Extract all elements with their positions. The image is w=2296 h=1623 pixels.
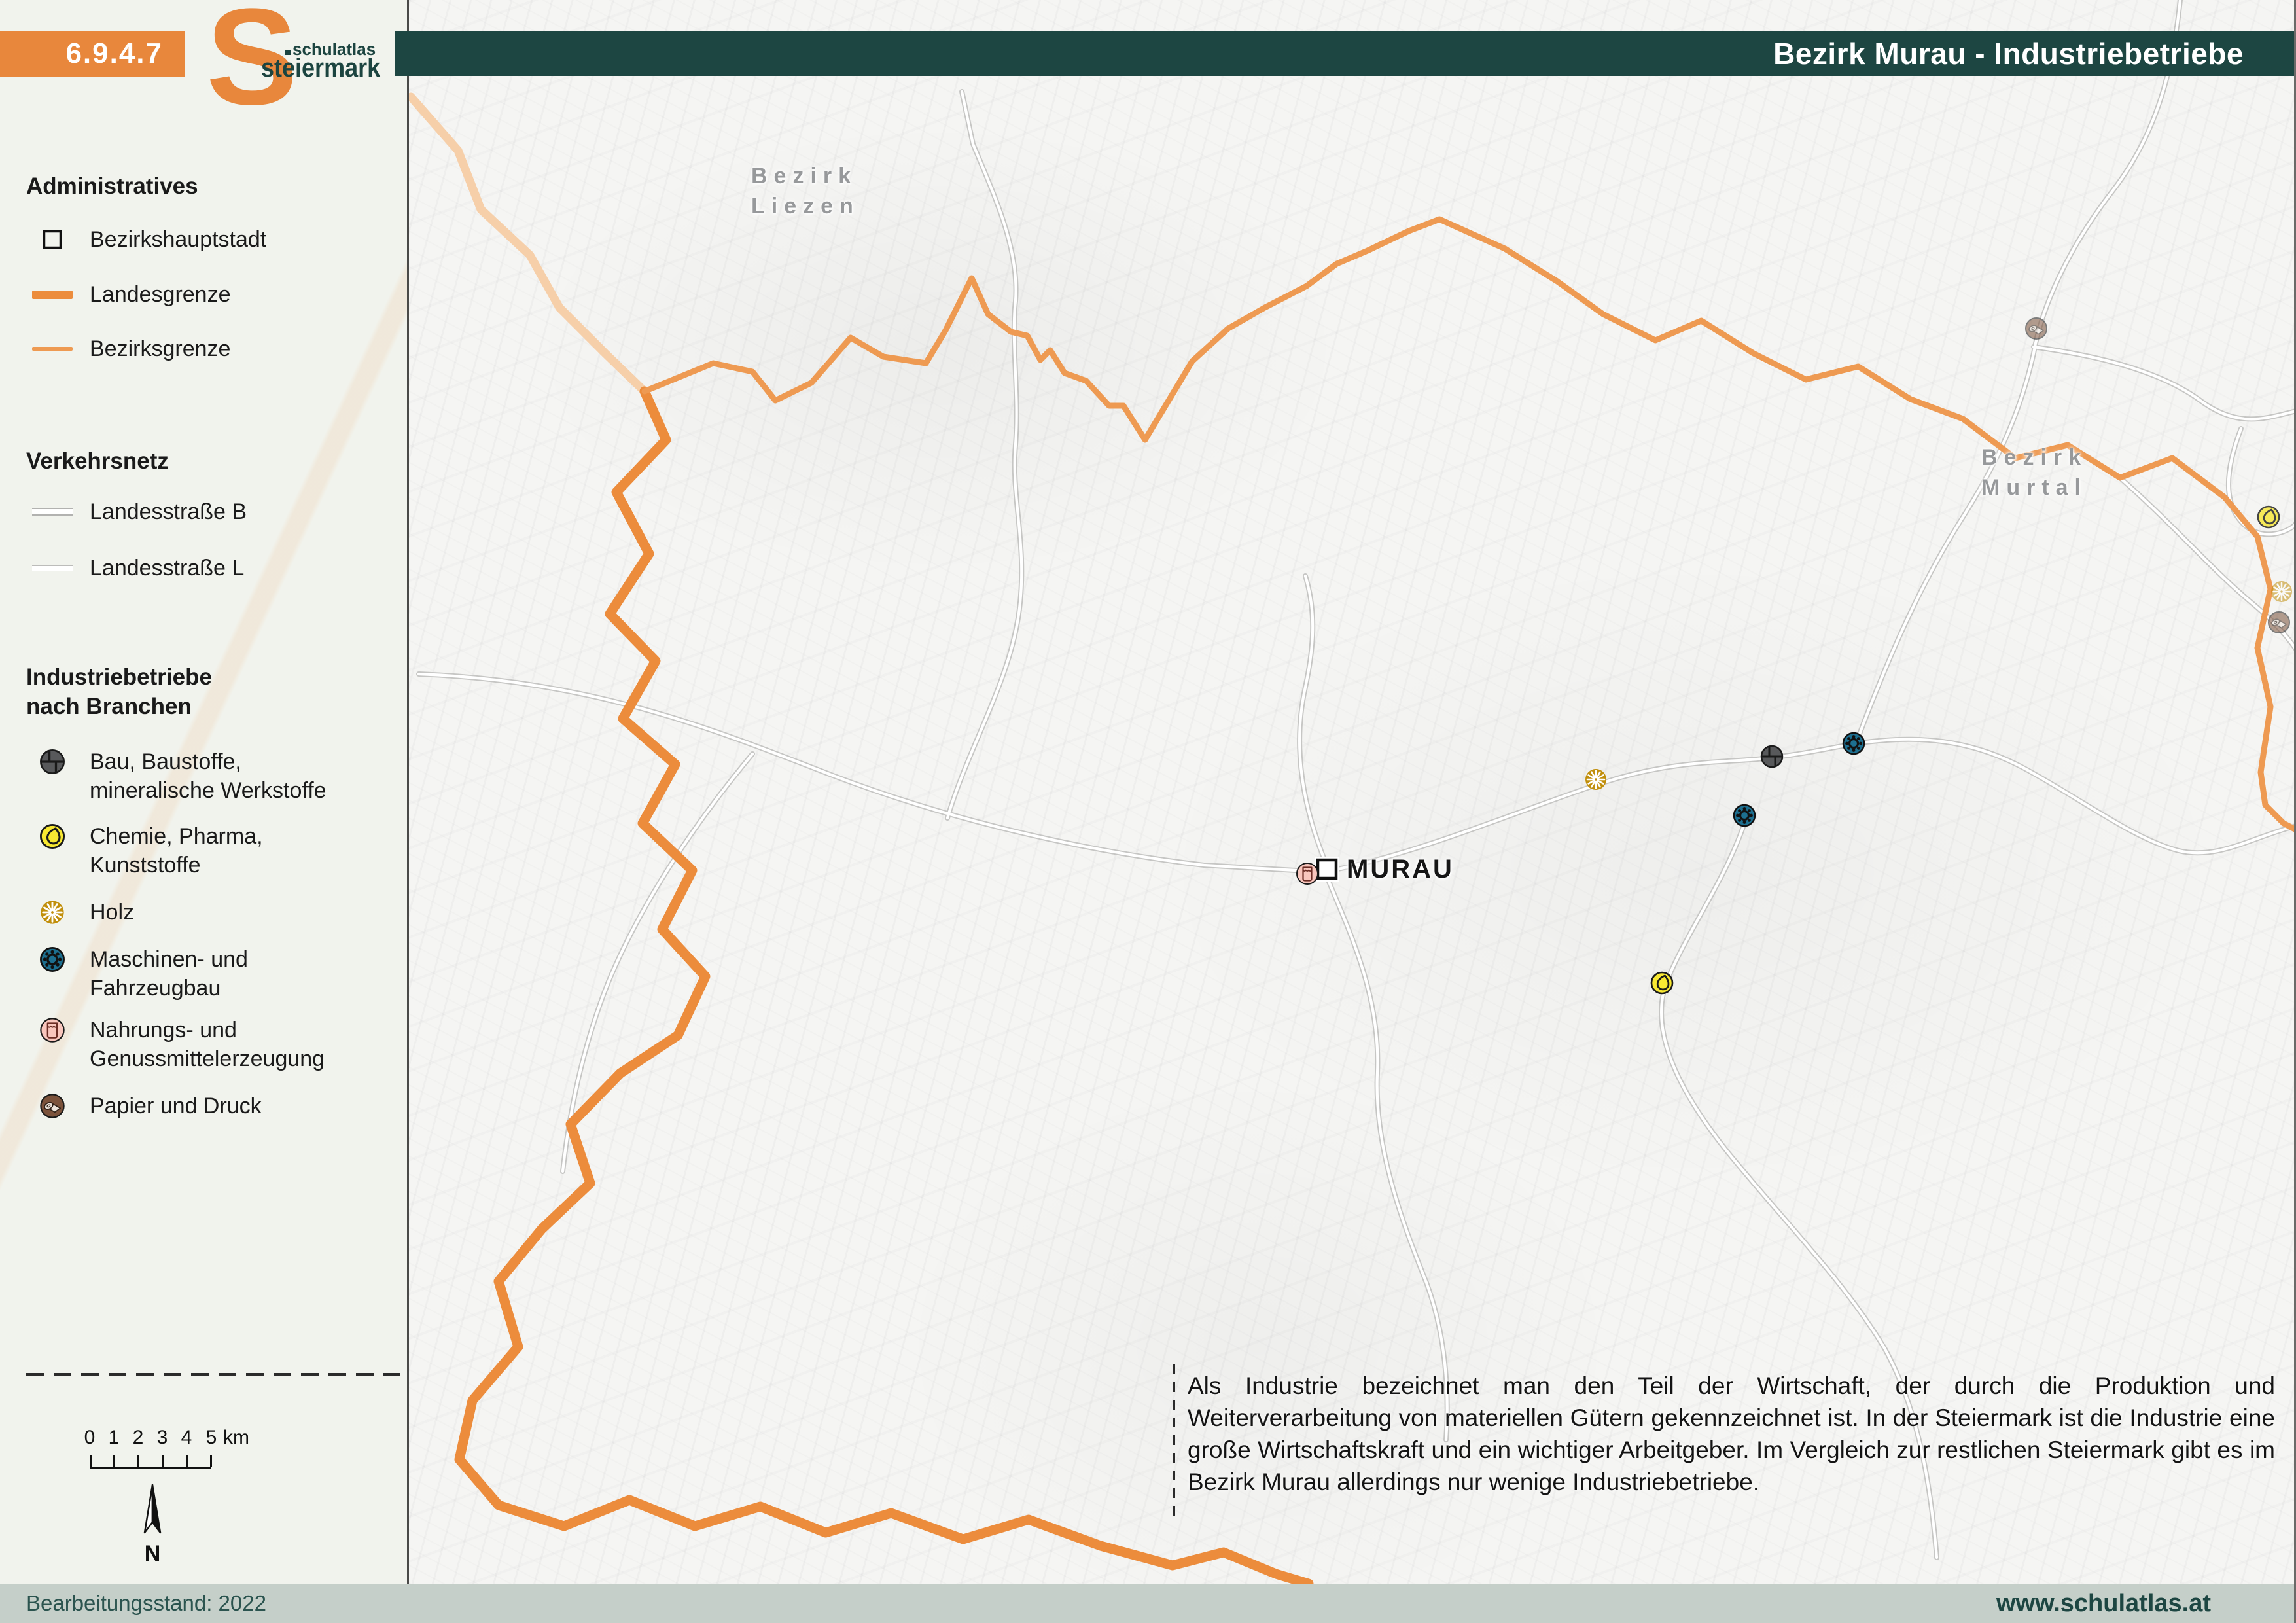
maschinen-icon — [30, 945, 75, 974]
marker-maschinen — [1843, 733, 1864, 754]
scale-tick-label: 2 — [133, 1427, 144, 1449]
marker-nahrung — [1297, 863, 1318, 884]
legend-row-landesgrenze: Landesgrenze — [0, 280, 231, 309]
legend-row-landesstrasse-l: Landesstraße L — [0, 554, 244, 582]
landesstrasse-l-icon — [30, 554, 75, 582]
bau-icon — [30, 747, 75, 776]
schulatlas-logo: S schulatlas steiermark — [206, 8, 396, 119]
scale-tick-label: 0 — [84, 1427, 96, 1449]
landesstrasse-b-icon — [30, 497, 75, 526]
infobox-dashed-rule — [1173, 1364, 1175, 1523]
marker-chemie — [1651, 972, 1672, 993]
legend-row-chemie: Chemie, Pharma, Kunststoffe — [0, 822, 263, 880]
map-canvas: Bezirk Liezen Bezirk Murtal MURAU Als In… — [409, 0, 2296, 1584]
scale-bar-line — [90, 1455, 211, 1469]
landesgrenze-border — [459, 391, 1309, 1584]
scale-tick-label: 5 — [206, 1427, 217, 1449]
chemie-icon — [30, 822, 75, 851]
legend-row-nahrung: Nahrungs- und Genussmittelerzeugung — [0, 1016, 325, 1073]
marker-holz — [1585, 769, 1606, 790]
legend-row-bau: Bau, Baustoffe, mineralische Werkstoffe — [0, 747, 327, 805]
bezirksgrenze-icon — [30, 334, 75, 363]
atlas-page: Bezirk Liezen Bezirk Murtal MURAU Als In… — [0, 0, 2296, 1623]
legend-row-bezirkshauptstadt: Bezirkshauptstadt — [0, 225, 266, 254]
heading-industriebetriebe: Industriebetriebe nach Branchen — [26, 662, 212, 721]
scale-bar: 0 1 2 3 4 5 km — [90, 1427, 260, 1472]
marker-bau — [1761, 746, 1782, 767]
marker-maschinen — [1734, 805, 1755, 826]
legend-row-landesstrasse-b: Landesstraße B — [0, 497, 247, 526]
marker-chemie — [2258, 507, 2279, 527]
footer-bar: Bearbeitungsstand: 2022 www.schulatlas.a… — [0, 1584, 2296, 1623]
road-network — [419, 0, 2296, 1558]
marker-papier — [2026, 318, 2047, 339]
industry-marker-layer — [1297, 318, 2292, 993]
bezirkshauptstadt-icon — [30, 225, 75, 254]
nahrung-icon — [30, 1016, 75, 1044]
holz-icon — [30, 898, 75, 927]
scale-tick-label: 3 — [157, 1427, 168, 1449]
legend-row-maschinen: Maschinen- und Fahrzeugbau — [0, 945, 248, 1003]
scale-tick-label: 4 — [181, 1427, 192, 1449]
scale-unit: km — [223, 1427, 249, 1449]
heading-administratives: Administratives — [26, 171, 198, 201]
bezirksgrenze-border — [645, 219, 2296, 830]
logo-text-steiermark: steiermark — [261, 54, 380, 83]
north-arrow: N — [134, 1483, 171, 1568]
footer-website-link[interactable]: www.schulatlas.at — [1996, 1590, 2211, 1618]
heading-verkehrsnetz: Verkehrsnetz — [26, 446, 169, 476]
legend-row-papier: Papier und Druck — [0, 1092, 262, 1120]
scale-tick-label: 1 — [109, 1427, 120, 1449]
legend-row-holz: Holz — [0, 898, 134, 927]
city-label-murau: MURAU — [1347, 855, 1454, 884]
landesgrenze-outside-faded — [411, 97, 645, 391]
footer-status: Bearbeitungsstand: 2022 — [26, 1591, 266, 1616]
marker-papier — [2269, 612, 2289, 633]
north-arrow-icon — [141, 1483, 164, 1537]
header-bar: Bezirk Murau - Industriebetriebe — [395, 31, 2296, 76]
landesgrenze-icon — [30, 280, 75, 309]
city-square-murau — [1318, 860, 1336, 878]
north-label: N — [134, 1541, 171, 1567]
map-svg — [409, 0, 2296, 1584]
section-code-badge: 6.9.4.7 — [0, 31, 185, 77]
region-label-liezen: Bezirk Liezen — [751, 161, 860, 221]
papier-icon — [30, 1092, 75, 1120]
region-label-murtal: Bezirk Murtal — [1981, 442, 2087, 503]
legend-row-bezirksgrenze: Bezirksgrenze — [0, 334, 230, 363]
infobox-text: Als Industrie bezeichnet man den Teil de… — [1188, 1370, 2275, 1498]
legend-sidebar: 6.9.4.7 S schulatlas steiermark Administ… — [0, 0, 409, 1584]
marker-holz — [2271, 581, 2292, 602]
sidebar-dashed-rule — [26, 1373, 400, 1376]
page-title: Bezirk Murau - Industriebetriebe — [1773, 36, 2244, 71]
